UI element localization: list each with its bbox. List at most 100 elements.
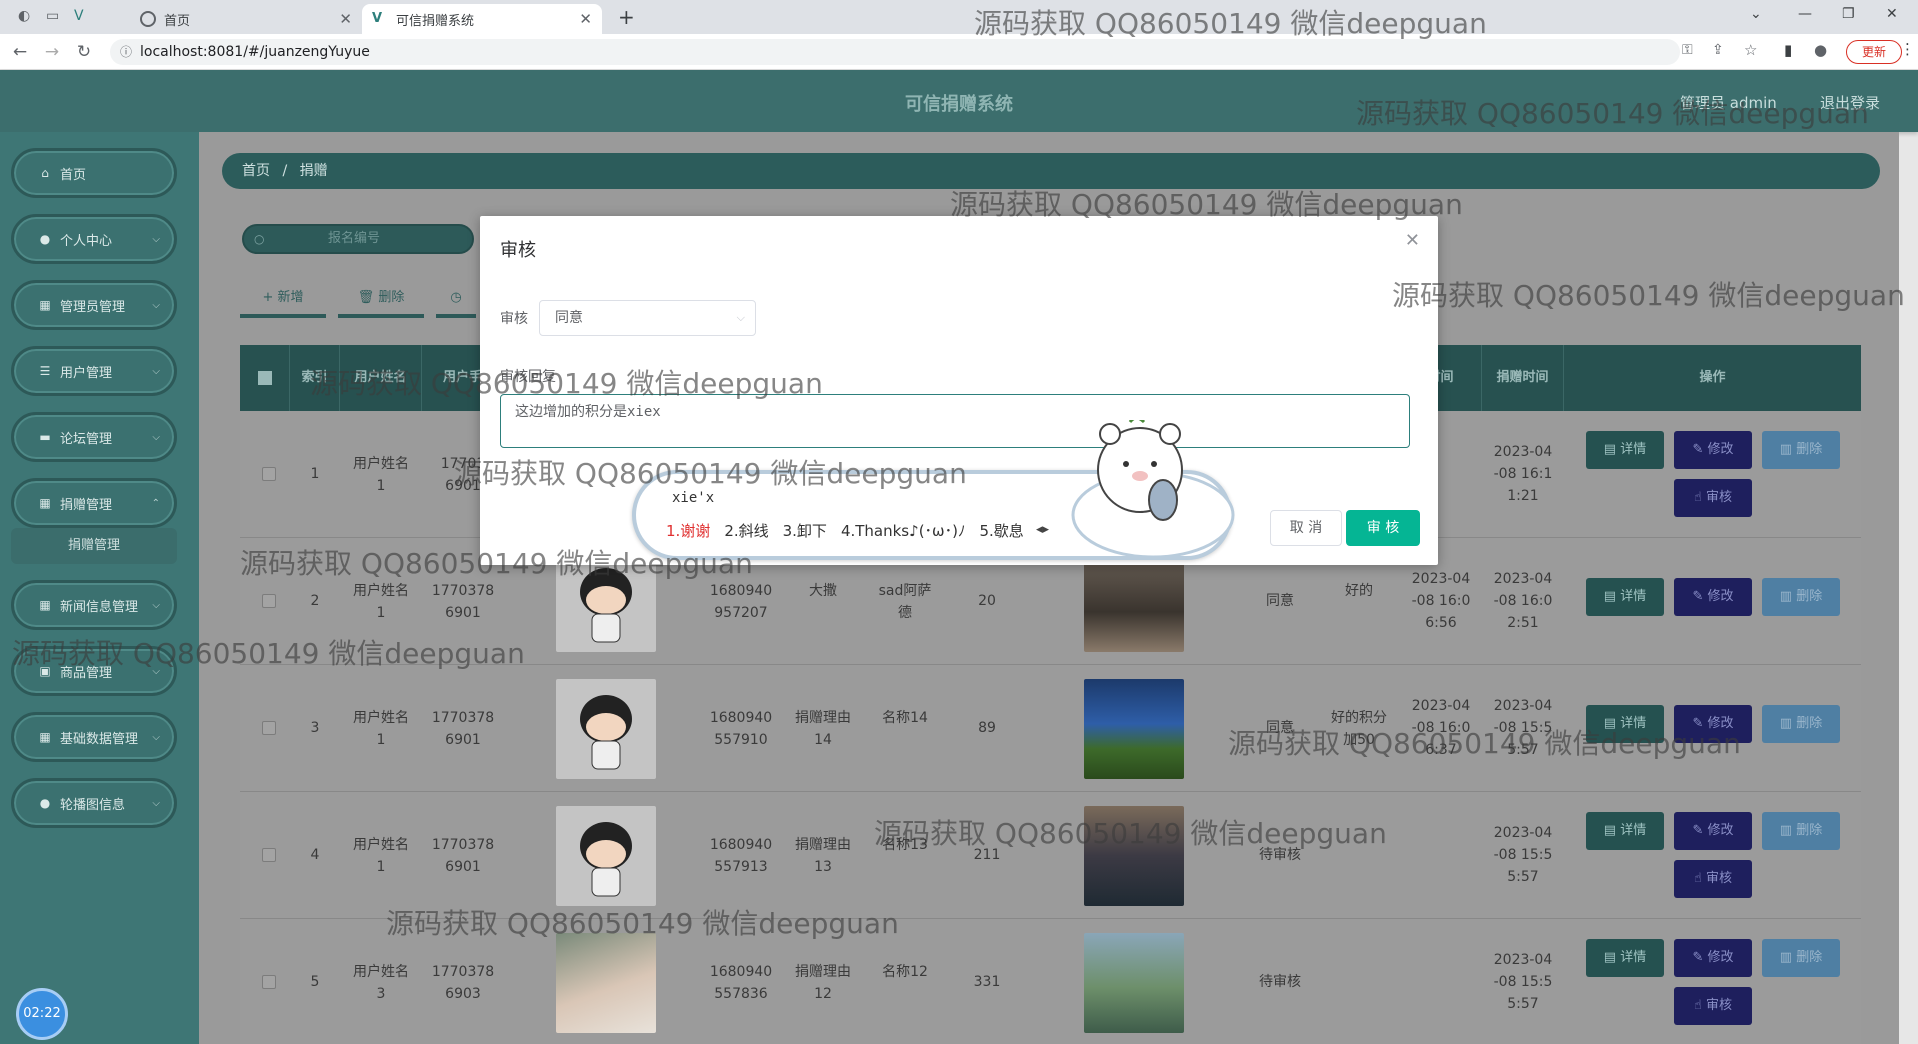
sidebar-item-news[interactable]: ▦ 新闻信息管理 ⌵	[11, 580, 177, 630]
row-phone: 1770378 6901	[431, 837, 495, 875]
search-input[interactable]: ○ 报名编号	[242, 224, 474, 254]
ime-candidate[interactable]: 3.卸下	[783, 520, 827, 541]
ime-candidate[interactable]: 5.歇息	[979, 520, 1023, 541]
header-checkbox[interactable]	[240, 345, 290, 411]
row-checkbox[interactable]	[262, 848, 276, 862]
row-name: sad阿萨德	[878, 583, 932, 621]
ime-candidate[interactable]: 1.谢谢	[666, 520, 710, 541]
forward-icon[interactable]: →	[42, 42, 62, 62]
edit-button[interactable]: ✎ 修改	[1674, 939, 1752, 977]
grid-icon: ▦	[39, 496, 51, 510]
audit-button[interactable]: ☝ 审核	[1674, 479, 1752, 517]
edit-button[interactable]: ✎ 修改	[1674, 578, 1752, 616]
sidebar-item-label: 轮播图信息	[60, 797, 126, 813]
new-tab-icon[interactable]: +	[618, 5, 635, 29]
sidebar-item-carousel[interactable]: ● 轮播图信息 ⌵	[11, 778, 177, 828]
close-icon[interactable]: ✕	[1405, 230, 1420, 251]
audit-button[interactable]: ☝ 审核	[1674, 860, 1752, 898]
close-icon[interactable]: ✕	[339, 10, 352, 28]
detail-button[interactable]: ▤ 详情	[1586, 578, 1664, 616]
delete-button[interactable]: ▥ 删除	[1762, 578, 1840, 616]
report-button[interactable]: ◷	[436, 288, 476, 318]
batch-delete-button[interactable]: 🗑 删除	[338, 288, 424, 318]
delete-button[interactable]: ▥ 删除	[1762, 431, 1840, 469]
watermark: 源码获取 QQ86050149 微信deepguan	[1228, 727, 1741, 760]
row-checkbox[interactable]	[262, 721, 276, 735]
row-index: 3	[310, 720, 320, 736]
sidebar-item-forum[interactable]: ▬ 论坛管理 ⌵	[11, 412, 177, 462]
sidebar-item-personal[interactable]: ● 个人中心 ⌵	[11, 214, 177, 264]
browser-icon[interactable]: ◐	[18, 8, 30, 24]
share-icon[interactable]: ⇪	[1712, 42, 1724, 58]
row-checkbox[interactable]	[262, 975, 276, 989]
key-icon[interactable]: ⚿	[1682, 42, 1693, 58]
update-button[interactable]: 更新	[1846, 40, 1902, 64]
cancel-button[interactable]: 取 消	[1270, 510, 1342, 546]
info-icon[interactable]: ⓘ	[120, 39, 132, 65]
row-checkbox[interactable]	[262, 594, 276, 608]
close-icon[interactable]: ✕	[579, 10, 592, 28]
row-username: 用户姓名 3	[353, 964, 409, 1002]
sidebar-item-basedata[interactable]: ▦ 基础数据管理 ⌵	[11, 712, 177, 762]
row-donate-time: 2023-04 -08 15:5 5:57	[1493, 825, 1553, 885]
browser-tab-bar: ◐ ▭ V 首页 ✕ V 可信捐赠系统 ✕ + ⌄ — ❐ ✕	[0, 0, 1918, 34]
sidebar-item-home[interactable]: ⌂ 首页	[11, 148, 177, 198]
back-icon[interactable]: ←	[10, 42, 30, 62]
ime-candidate[interactable]: 4.Thanks♪(･ω･)ﾉ	[841, 520, 966, 541]
detail-button[interactable]: ▤ 详情	[1586, 431, 1664, 469]
reload-icon[interactable]: ↻	[74, 42, 94, 62]
home-icon: ⌂	[41, 166, 49, 180]
tab-search-icon[interactable]: ⌄	[1750, 6, 1762, 22]
row-index: 1	[310, 466, 320, 482]
audit-button[interactable]: ☝ 审核	[1674, 987, 1752, 1025]
donation-image	[1084, 679, 1184, 779]
edit-button[interactable]: ✎ 修改	[1674, 812, 1752, 850]
chevron-down-icon: ⌵	[152, 797, 160, 809]
vue-icon[interactable]: V	[74, 8, 84, 24]
detail-button[interactable]: ▤ 详情	[1586, 939, 1664, 977]
delete-button[interactable]: ▥ 删除	[1762, 705, 1840, 743]
chat-icon: ▬	[39, 430, 51, 444]
ime-page-arrows-icon[interactable]: ◂▸	[1036, 522, 1049, 537]
tab-home[interactable]: 首页 ✕	[130, 4, 362, 34]
row-checkbox[interactable]	[262, 467, 276, 481]
delete-button[interactable]: ▥ 删除	[1762, 812, 1840, 850]
minimize-icon[interactable]: —	[1798, 6, 1812, 22]
grid-icon: ▦	[39, 598, 51, 612]
row-code: 1680940 957207	[709, 583, 773, 621]
sidebar-item-label: 用户管理	[60, 365, 113, 381]
close-window-icon[interactable]: ✕	[1886, 6, 1898, 22]
folder-icon[interactable]: ▭	[46, 8, 59, 24]
ime-candidate[interactable]: 2.斜线	[724, 520, 768, 541]
person-icon: ●	[39, 796, 51, 810]
sidebar-item-users[interactable]: ☰ 用户管理 ⌵	[11, 346, 177, 396]
header-donate-time: 捐赠时间	[1482, 345, 1564, 411]
avatar	[556, 933, 656, 1033]
star-icon[interactable]: ☆	[1744, 41, 1757, 59]
profile-icon[interactable]: ●	[1814, 41, 1827, 59]
detail-button[interactable]: ▤ 详情	[1586, 812, 1664, 850]
restore-icon[interactable]: ❐	[1842, 6, 1855, 22]
tab-active[interactable]: V 可信捐赠系统 ✕	[362, 4, 602, 34]
menu-kebab-icon[interactable]: ⋮	[1900, 40, 1915, 58]
sidebar-item-donation[interactable]: ▦ 捐赠管理 ⌃	[11, 478, 177, 528]
sidebar-item-label: 新闻信息管理	[60, 599, 139, 615]
confirm-audit-button[interactable]: 审 核	[1346, 510, 1420, 546]
row-donate-time: 2023-04 -08 16:1 1:21	[1493, 444, 1553, 504]
breadcrumb-home[interactable]: 首页	[242, 163, 270, 179]
url-field[interactable]: ⓘ localhost:8081/#/juanzengYuyue	[110, 39, 1680, 65]
delete-button[interactable]: ▥ 删除	[1762, 939, 1840, 977]
row-donate-time: 2023-04 -08 15:5 5:57	[1493, 952, 1553, 1012]
watermark: 源码获取 QQ86050149 微信deepguan	[1392, 279, 1905, 312]
edit-button[interactable]: ✎ 修改	[1674, 431, 1752, 469]
watermark: 源码获取 QQ86050149 微信deepguan	[974, 7, 1487, 40]
submenu-donation[interactable]: 捐赠管理	[11, 528, 177, 564]
ime-candidates: 1.谢谢 2.斜线 3.卸下 4.Thanks♪(･ω･)ﾉ 5.歇息	[666, 520, 1024, 541]
row-reason: 捐赠理由 13	[795, 837, 851, 875]
audit-select[interactable]: 同意 ⌵	[539, 300, 756, 336]
sidebar-item-admins[interactable]: ▦ 管理员管理 ⌵	[11, 280, 177, 330]
sidepanel-icon[interactable]: ▮	[1784, 41, 1792, 59]
add-button[interactable]: + 新增	[240, 288, 326, 318]
timer-badge[interactable]: 02:22	[16, 988, 68, 1040]
reply-textarea[interactable]: 这边增加的积分是xiex	[500, 394, 1410, 448]
